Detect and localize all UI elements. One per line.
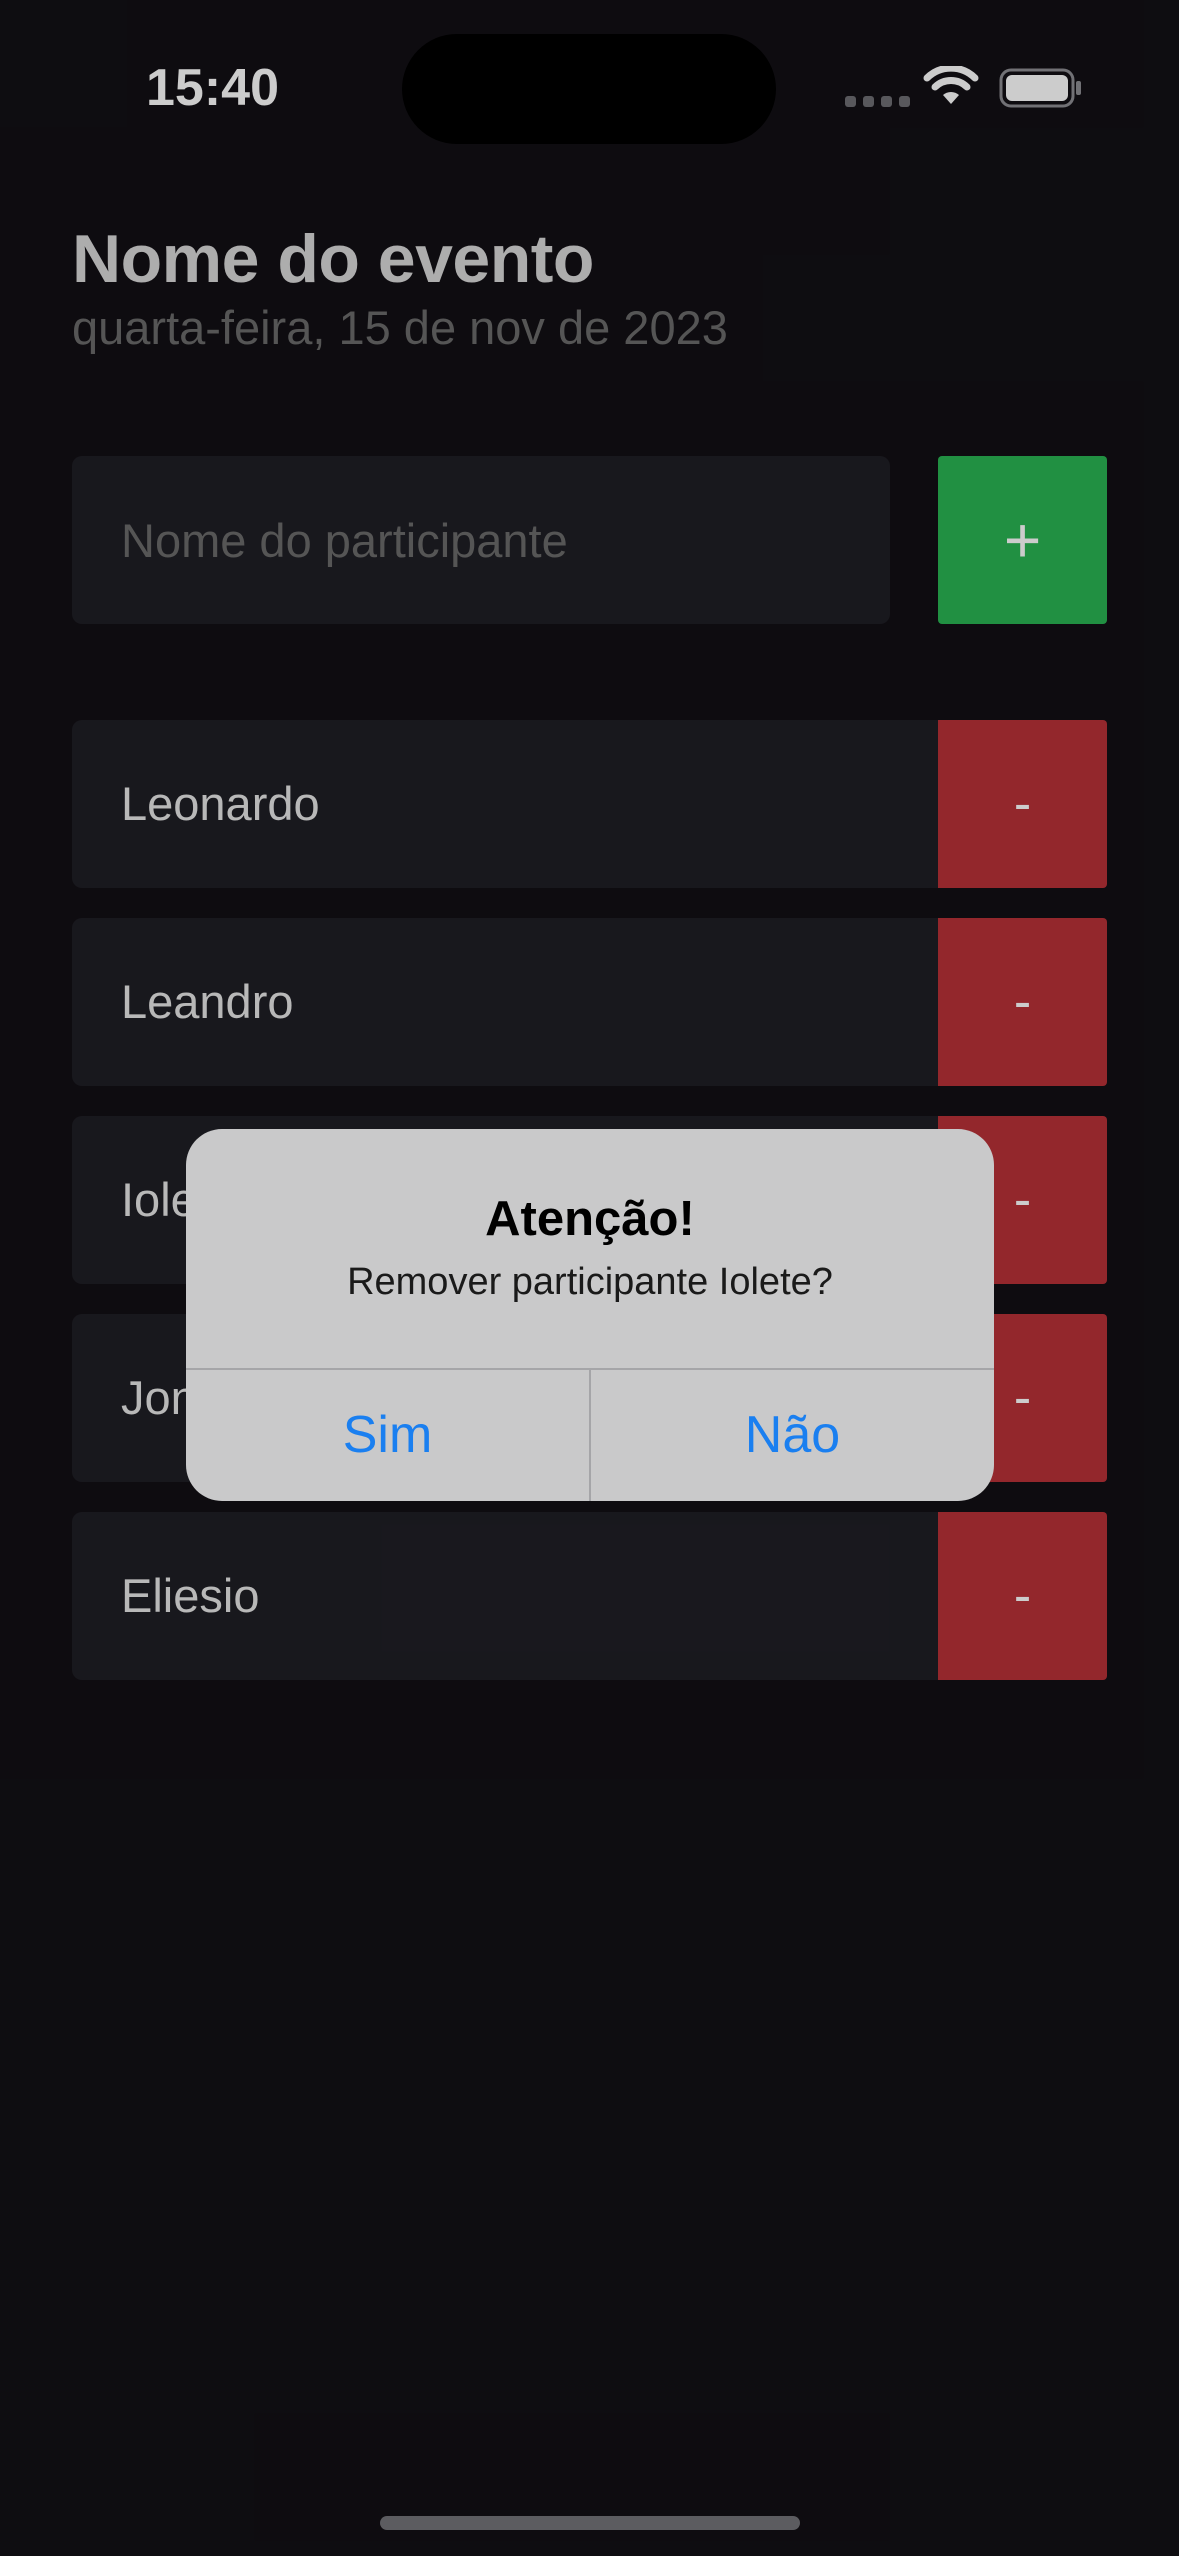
screen: 15:40 Nome do evento quarta-feira, 15 de… bbox=[0, 0, 1179, 2556]
alert-title: Atenção! bbox=[485, 1192, 695, 1246]
home-indicator[interactable] bbox=[380, 2516, 800, 2530]
alert-message: Remover participante Iolete? bbox=[347, 1261, 833, 1303]
alert-cancel-button[interactable]: Não bbox=[591, 1370, 994, 1501]
confirm-remove-alert: Atenção! Remover participante Iolete? Si… bbox=[186, 1129, 994, 1501]
alert-confirm-button[interactable]: Sim bbox=[186, 1370, 589, 1501]
